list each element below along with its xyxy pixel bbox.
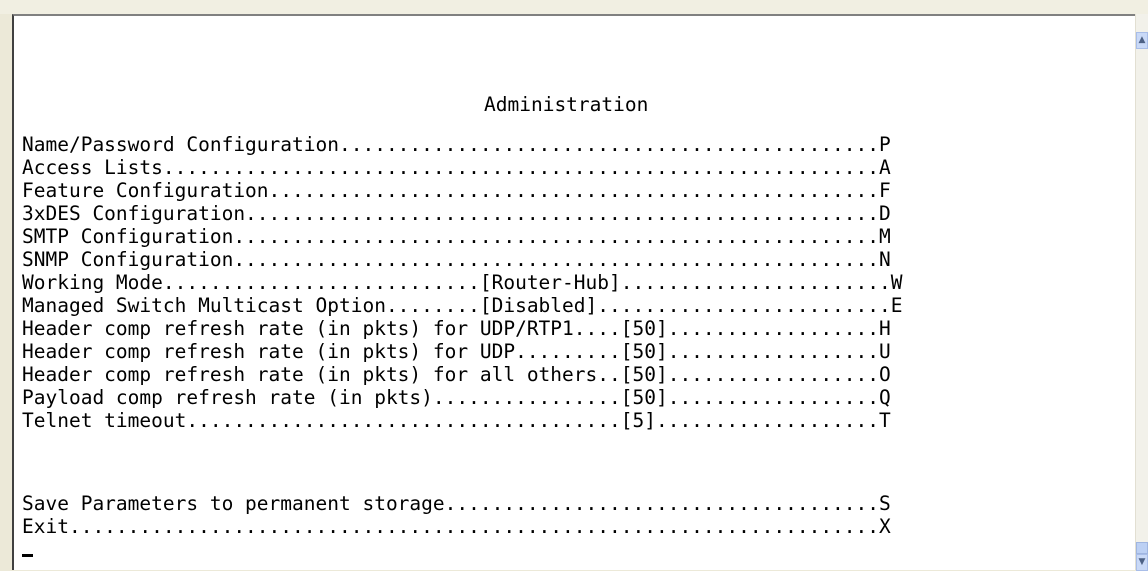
window-left-edge [0,14,12,570]
triangle-up-icon[interactable]: ▲ [1136,32,1148,49]
menu-item-smtp-configuration[interactable]: SMTP Configuration......................… [22,225,891,249]
menu-item-3xdes-configuration[interactable]: 3xDES Configuration.....................… [22,202,891,226]
menu-item-header-comp-udp-rtp1[interactable]: Header comp refresh rate (in pkts) for U… [22,317,891,341]
menu-item-snmp-configuration[interactable]: SNMP Configuration......................… [22,248,891,272]
text-cursor [22,554,33,557]
menu-item-managed-switch-multicast[interactable]: Managed Switch Multicast Option........[… [22,294,903,318]
terminal-window: Administration Name/Password Configurati… [0,0,1148,571]
menu-item-header-comp-udp[interactable]: Header comp refresh rate (in pkts) for U… [22,340,891,364]
menu-item-name-password[interactable]: Name/Password Configuration.............… [22,133,891,157]
menu-item-exit[interactable]: Exit....................................… [22,515,891,539]
menu-item-feature-configuration[interactable]: Feature Configuration...................… [22,179,891,203]
screen-title: Administration [484,93,649,116]
vertical-scrollbar[interactable]: ▲ ▼ [1135,14,1148,571]
menu-item-header-comp-all-others[interactable]: Header comp refresh rate (in pkts) for a… [22,363,891,387]
menu-item-save-parameters[interactable]: Save Parameters to permanent storage....… [22,492,891,516]
terminal-screen[interactable]: Administration Name/Password Configurati… [12,14,1136,570]
menu-item-working-mode[interactable]: Working Mode...........................[… [22,271,903,295]
menu-item-telnet-timeout[interactable]: Telnet timeout..........................… [22,409,891,433]
menu-item-payload-comp-refresh[interactable]: Payload comp refresh rate (in pkts).....… [22,386,891,410]
menu-item-access-lists[interactable]: Access Lists............................… [22,156,891,180]
triangle-down-icon[interactable]: ▼ [1136,554,1148,571]
window-top-edge [0,0,1148,15]
scrollbar-thumb[interactable] [1136,542,1148,554]
